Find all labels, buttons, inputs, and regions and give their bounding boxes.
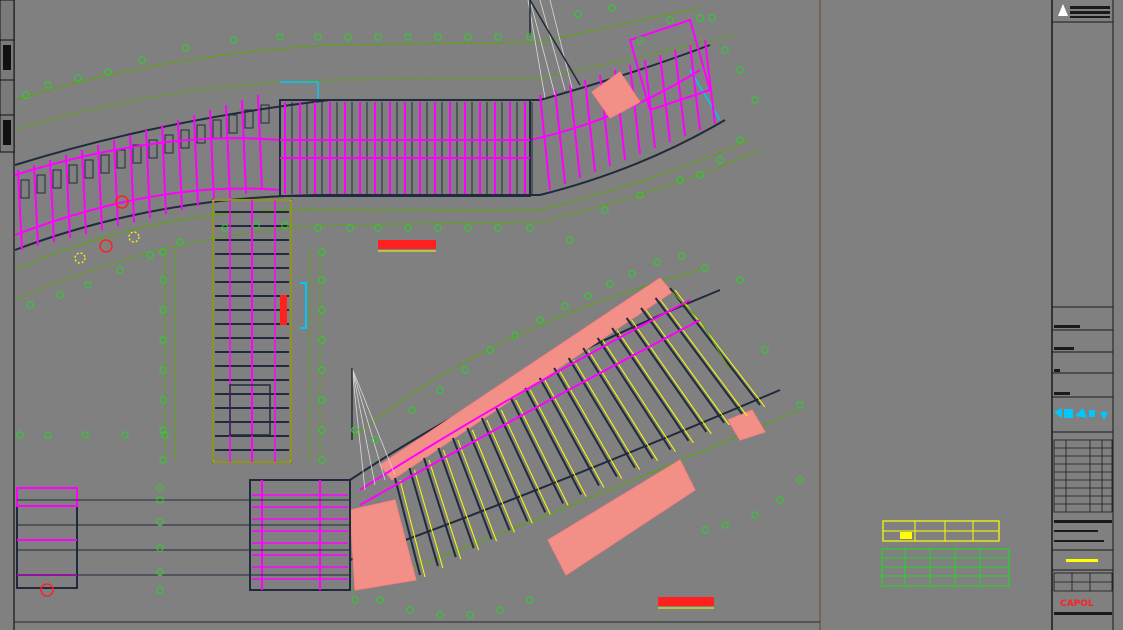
- cad-drawing-canvas: CAPOL: [0, 0, 1123, 630]
- company-logo-text: CAPOL: [1060, 599, 1094, 609]
- left-margin-strip: [0, 0, 15, 153]
